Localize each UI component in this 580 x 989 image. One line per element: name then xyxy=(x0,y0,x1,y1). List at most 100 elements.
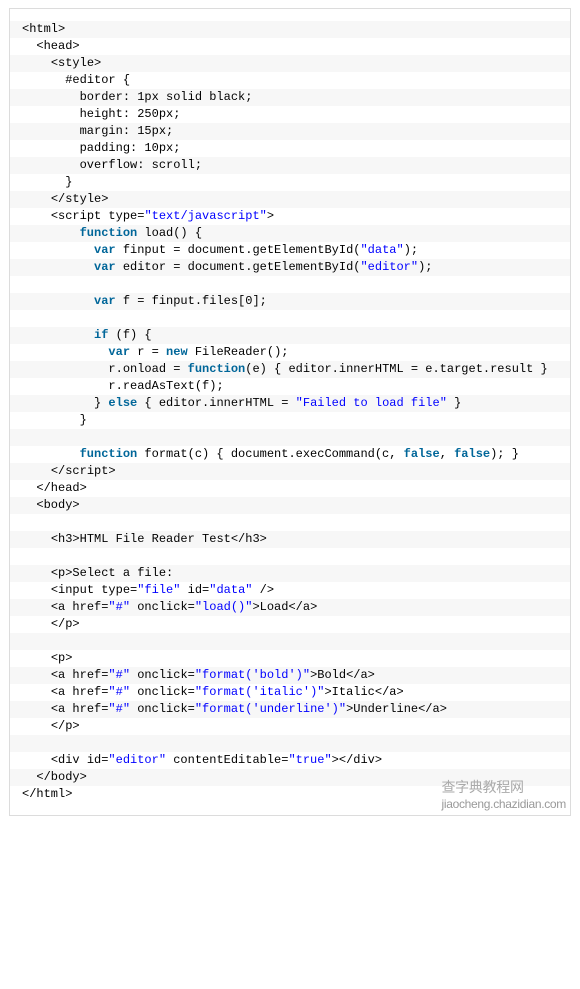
code-line: <style> xyxy=(10,55,570,72)
code-token: ); xyxy=(404,243,418,257)
code-token: } xyxy=(94,396,108,410)
code-token: r.onload = xyxy=(108,362,187,376)
code-line: height: 250px; xyxy=(10,106,570,123)
code-line: function load() { xyxy=(10,225,570,242)
code-token: >Underline</a> xyxy=(346,702,447,716)
code-line: <p> xyxy=(10,650,570,667)
code-line: <a href="#" onclick="format('bold')">Bol… xyxy=(10,667,570,684)
code-token: new xyxy=(166,345,188,359)
code-token: /> xyxy=(252,583,274,597)
code-token: <div id= xyxy=(51,753,109,767)
code-token: <p> xyxy=(51,651,73,665)
code-token: r.readAsText(f); xyxy=(108,379,223,393)
code-token: r = xyxy=(130,345,166,359)
code-token: border: 1px solid black; xyxy=(80,90,253,104)
code-token: } xyxy=(447,396,461,410)
code-line xyxy=(10,310,570,327)
code-token: >Bold</a> xyxy=(310,668,375,682)
code-token: onclick= xyxy=(130,685,195,699)
code-line: <p>Select a file: xyxy=(10,565,570,582)
code-token: var xyxy=(94,260,116,274)
code-token: var xyxy=(108,345,130,359)
code-line: <input type="file" id="data" /> xyxy=(10,582,570,599)
code-token: "#" xyxy=(108,668,130,682)
code-line: <body> xyxy=(10,497,570,514)
code-token: <a href= xyxy=(51,600,109,614)
code-line: border: 1px solid black; xyxy=(10,89,570,106)
code-token: <body> xyxy=(36,498,79,512)
code-line xyxy=(10,548,570,565)
code-line xyxy=(10,276,570,293)
code-token: <h3>HTML File Reader Test</h3> xyxy=(51,532,267,546)
code-line: <script type="text/javascript"> xyxy=(10,208,570,225)
code-token: "data" xyxy=(360,243,403,257)
code-token: f = finput.files[0]; xyxy=(116,294,267,308)
code-token: finput = document.getElementById( xyxy=(116,243,361,257)
code-line: </p> xyxy=(10,718,570,735)
code-token: if xyxy=(94,328,108,342)
code-line: </head> xyxy=(10,480,570,497)
code-line: var f = finput.files[0]; xyxy=(10,293,570,310)
code-line: <a href="#" onclick="format('italic')">I… xyxy=(10,684,570,701)
watermark-url: jiaocheng.chazidian.com xyxy=(441,797,566,811)
code-token: <input type= xyxy=(51,583,137,597)
code-line: <a href="#" onclick="format('underline')… xyxy=(10,701,570,718)
code-line xyxy=(10,735,570,752)
code-token: { editor.innerHTML = xyxy=(137,396,295,410)
code-token: "format('bold')" xyxy=(195,668,310,682)
code-token: <script type= xyxy=(51,209,145,223)
code-token: var xyxy=(94,243,116,257)
code-line xyxy=(10,633,570,650)
code-token: <a href= xyxy=(51,668,109,682)
code-line: overflow: scroll; xyxy=(10,157,570,174)
code-token: FileReader(); xyxy=(188,345,289,359)
code-token: , xyxy=(440,447,454,461)
code-line: </p> xyxy=(10,616,570,633)
code-line: <h3>HTML File Reader Test</h3> xyxy=(10,531,570,548)
code-token: >Italic</a> xyxy=(324,685,403,699)
code-token: <a href= xyxy=(51,685,109,699)
code-token: onclick= xyxy=(130,668,195,682)
code-line: <div id="editor" contentEditable="true">… xyxy=(10,752,570,769)
code-token: margin: 15px; xyxy=(80,124,174,138)
code-token: ></div> xyxy=(332,753,382,767)
code-token: <style> xyxy=(51,56,101,70)
code-token: contentEditable= xyxy=(166,753,288,767)
code-block: <html> <head> <style> #editor { border: … xyxy=(9,8,571,816)
code-token: <a href= xyxy=(51,702,109,716)
code-token: "data" xyxy=(209,583,252,597)
code-token: padding: 10px; xyxy=(80,141,181,155)
code-token: false xyxy=(454,447,490,461)
code-token: </p> xyxy=(51,719,80,733)
code-token: "format('underline')" xyxy=(195,702,346,716)
code-token: > xyxy=(267,209,274,223)
code-token: format(c) { document.execCommand(c, xyxy=(137,447,403,461)
code-token: else xyxy=(108,396,137,410)
code-token: </p> xyxy=(51,617,80,631)
code-line: </style> xyxy=(10,191,570,208)
code-token: "format('italic')" xyxy=(195,685,325,699)
code-token: ); } xyxy=(490,447,519,461)
code-token: id= xyxy=(180,583,209,597)
code-token: "#" xyxy=(108,600,130,614)
code-token: </html> xyxy=(22,787,72,801)
code-token: "true" xyxy=(288,753,331,767)
code-token: >Load</a> xyxy=(252,600,317,614)
code-line: <head> xyxy=(10,38,570,55)
code-token: function xyxy=(80,226,138,240)
code-token: load() { xyxy=(137,226,202,240)
code-token: "editor" xyxy=(360,260,418,274)
code-token: height: 250px; xyxy=(80,107,181,121)
code-line: } else { editor.innerHTML = "Failed to l… xyxy=(10,395,570,412)
code-line: r.onload = function(e) { editor.innerHTM… xyxy=(10,361,570,378)
code-line: margin: 15px; xyxy=(10,123,570,140)
code-token: "#" xyxy=(108,685,130,699)
code-token: } xyxy=(65,175,72,189)
code-token: "text/javascript" xyxy=(144,209,266,223)
code-token: overflow: scroll; xyxy=(80,158,202,172)
code-token: </body> xyxy=(36,770,86,784)
code-line: var finput = document.getElementById("da… xyxy=(10,242,570,259)
code-line: function format(c) { document.execComman… xyxy=(10,446,570,463)
code-token: function xyxy=(188,362,246,376)
code-token: editor = document.getElementById( xyxy=(116,260,361,274)
